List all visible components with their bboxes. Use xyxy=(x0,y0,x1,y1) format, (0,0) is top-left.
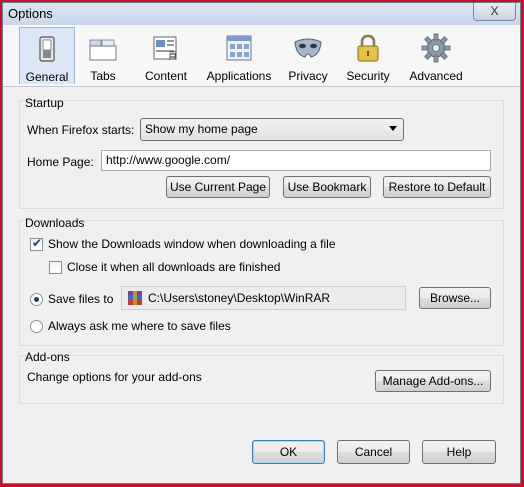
tab-applications[interactable]: Applications xyxy=(201,27,277,84)
when-starts-value: Show my home page xyxy=(145,122,258,136)
lock-icon xyxy=(357,34,379,62)
always-ask-radio[interactable] xyxy=(30,320,43,333)
radio-dot xyxy=(34,297,39,302)
home-page-input[interactable]: http://www.google.com/ xyxy=(101,150,491,171)
tab-label: Applications xyxy=(206,69,272,83)
tab-label: Advanced xyxy=(409,69,463,83)
options-window: Options X General Tabs 頁 Content Applica… xyxy=(2,2,521,484)
always-ask-label[interactable]: Always ask me where to save files xyxy=(48,319,231,333)
mask-icon xyxy=(294,38,322,58)
startup-group-title: Startup xyxy=(25,96,64,110)
ok-button[interactable]: OK xyxy=(252,440,325,464)
tab-general[interactable]: General xyxy=(19,27,75,84)
checkmark-icon: ✔ xyxy=(32,236,43,250)
show-downloads-label[interactable]: Show the Downloads window when downloadi… xyxy=(48,237,336,251)
tab-security[interactable]: Security xyxy=(341,27,395,84)
addons-description: Change options for your add-ons xyxy=(27,370,202,384)
browse-button[interactable]: Browse... xyxy=(419,287,491,309)
tab-label: Tabs xyxy=(90,69,116,83)
winrar-folder-icon xyxy=(128,291,142,305)
save-path-display: C:\Users\stoney\Desktop\WinRAR xyxy=(121,286,406,310)
home-page-value: http://www.google.com/ xyxy=(106,153,231,167)
restore-to-default-button[interactable]: Restore to Default xyxy=(383,176,491,198)
when-starts-label: When Firefox starts: xyxy=(27,123,135,137)
downloads-group-title: Downloads xyxy=(25,216,85,230)
tab-privacy[interactable]: Privacy xyxy=(284,27,332,84)
close-button[interactable]: X xyxy=(473,3,516,21)
svg-text:頁: 頁 xyxy=(168,51,177,62)
tab-label: Content xyxy=(144,69,188,83)
gear-icon xyxy=(421,33,451,63)
save-files-radio[interactable] xyxy=(30,293,43,306)
save-files-label[interactable]: Save files to xyxy=(48,292,113,306)
when-starts-select[interactable]: Show my home page xyxy=(140,118,404,141)
close-icon: X xyxy=(490,4,499,18)
tab-label: General xyxy=(25,70,69,84)
help-button[interactable]: Help xyxy=(422,440,496,464)
use-current-page-button[interactable]: Use Current Page xyxy=(166,176,270,198)
tab-label: Privacy xyxy=(288,69,328,83)
window-title: Options xyxy=(8,6,53,21)
chevron-down-icon xyxy=(389,126,397,131)
save-path-value: C:\Users\stoney\Desktop\WinRAR xyxy=(148,291,331,305)
pane-toolbar: General Tabs 頁 Content Applications Priv… xyxy=(3,25,520,87)
content-icon: 頁 xyxy=(153,36,177,62)
tabs-icon xyxy=(89,39,117,61)
tab-tabs[interactable]: Tabs xyxy=(79,27,127,84)
cancel-button[interactable]: Cancel xyxy=(337,440,410,464)
title-bar[interactable]: Options X xyxy=(3,3,520,26)
use-bookmark-button[interactable]: Use Bookmark xyxy=(283,176,371,198)
switch-icon xyxy=(39,36,55,62)
home-page-label: Home Page: xyxy=(27,155,94,169)
applications-icon xyxy=(226,35,252,61)
tab-content[interactable]: 頁 Content xyxy=(137,27,195,84)
close-when-done-label[interactable]: Close it when all downloads are finished xyxy=(67,260,280,274)
addons-group-title: Add-ons xyxy=(25,350,70,364)
show-downloads-checkbox[interactable]: ✔ xyxy=(30,236,43,251)
tab-label: Security xyxy=(346,69,390,83)
manage-addons-button[interactable]: Manage Add-ons... xyxy=(375,370,491,392)
close-when-done-checkbox[interactable] xyxy=(49,261,62,274)
tab-advanced[interactable]: Advanced xyxy=(404,27,468,84)
